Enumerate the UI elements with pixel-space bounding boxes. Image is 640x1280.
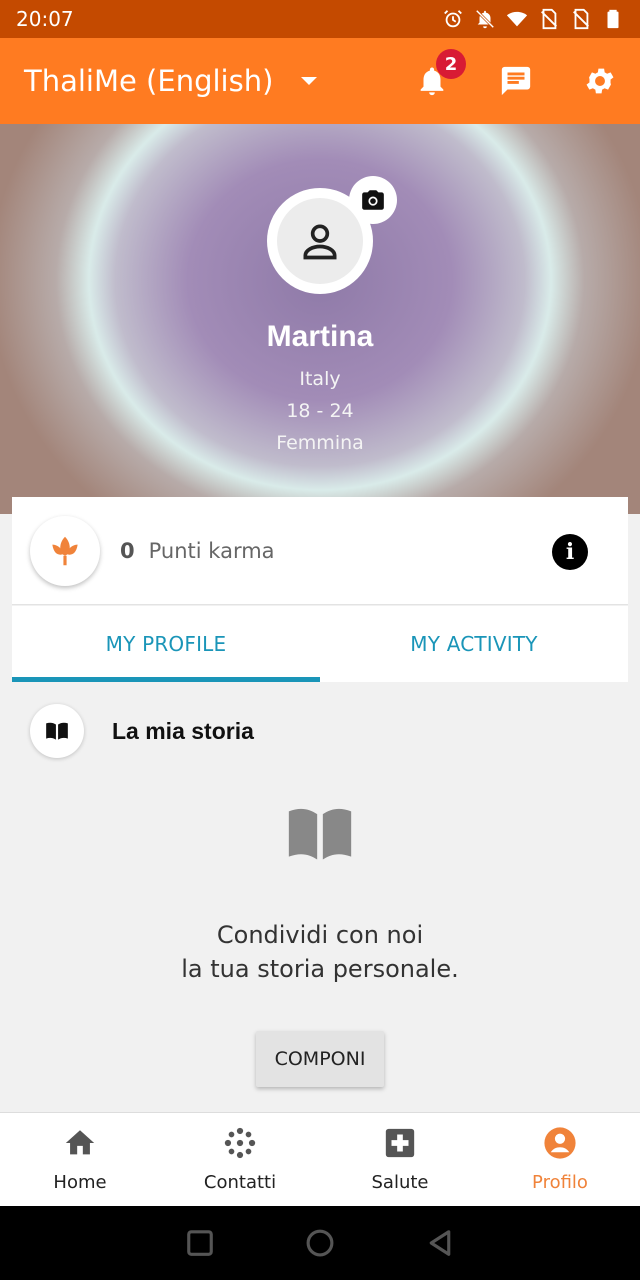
home-circle-icon[interactable]: [305, 1228, 335, 1258]
contacts-icon: [224, 1127, 256, 1159]
camera-icon: [362, 190, 384, 210]
karma-card: 0 Punti karma i: [12, 497, 628, 605]
person-icon: [303, 224, 337, 260]
status-time: 20:07: [16, 7, 74, 31]
no-sim-icon: [541, 8, 557, 30]
message-icon: [501, 66, 531, 96]
app-bar: ThaliMe (English) 2: [0, 38, 640, 124]
story-prompt: Condividi con noi la tua storia personal…: [0, 918, 640, 986]
story-prompt-line1: Condividi con noi: [216, 921, 424, 949]
back-icon[interactable]: [425, 1228, 455, 1258]
app-bar-actions: 2: [414, 38, 618, 124]
wifi-icon: [506, 11, 528, 27]
karma-badge: [30, 515, 100, 586]
nav-contacts[interactable]: Contatti: [160, 1113, 320, 1206]
bottom-navigation: Home Contatti Salute Profilo: [0, 1112, 640, 1206]
profile-icon: [544, 1127, 576, 1159]
tab-my-profile[interactable]: MY PROFILE: [12, 606, 320, 682]
notifications-off-icon: [475, 9, 495, 29]
story-prompt-line2: la tua storia personale.: [181, 955, 459, 983]
open-book-icon: [288, 808, 352, 860]
profile-tabs: MY PROFILE MY ACTIVITY: [12, 606, 628, 682]
status-icons: [442, 8, 624, 30]
profile-age-range: 18 - 24: [286, 400, 354, 422]
profile-header: Martina Italy 18 - 24 Femmina: [0, 124, 640, 514]
notifications-button[interactable]: 2: [414, 49, 466, 99]
nav-health-label: Salute: [371, 1172, 429, 1193]
info-icon[interactable]: i: [552, 534, 588, 570]
messages-button[interactable]: [498, 63, 534, 99]
battery-icon: [607, 9, 619, 29]
lotus-icon: [52, 536, 78, 565]
karma-label: Punti karma: [148, 538, 275, 563]
health-icon: [385, 1128, 415, 1158]
home-icon: [65, 1130, 95, 1155]
profile-gender: Femmina: [276, 432, 364, 454]
nav-health[interactable]: Salute: [320, 1113, 480, 1206]
story-title: La mia storia: [112, 717, 254, 744]
settings-button[interactable]: [582, 63, 618, 99]
story-badge: [30, 704, 84, 758]
nav-profile[interactable]: Profilo: [480, 1113, 640, 1206]
compose-button[interactable]: COMPONI: [256, 1031, 384, 1087]
language-dropdown-icon[interactable]: [301, 77, 318, 85]
alarm-icon: [444, 10, 462, 28]
app-title[interactable]: ThaliMe (English): [24, 64, 273, 98]
recents-icon[interactable]: [185, 1228, 215, 1258]
karma-points: 0: [120, 538, 135, 563]
profile-name: Martina: [266, 320, 374, 353]
nav-contacts-label: Contatti: [203, 1172, 277, 1193]
nav-home-label: Home: [53, 1172, 107, 1193]
book-icon: [46, 722, 68, 740]
change-photo-button[interactable]: [349, 176, 397, 224]
nav-home[interactable]: Home: [0, 1113, 160, 1206]
status-bar: 20:07: [0, 0, 640, 38]
system-navigation-bar: [0, 1206, 640, 1280]
nav-profile-label: Profilo: [532, 1172, 588, 1193]
tab-my-activity[interactable]: MY ACTIVITY: [320, 606, 628, 682]
no-sim-icon-2: [573, 8, 589, 30]
story-header: La mia storia: [30, 704, 254, 758]
avatar-placeholder: [277, 198, 363, 284]
notification-badge: 2: [436, 49, 466, 79]
gear-icon: [586, 68, 614, 94]
profile-country: Italy: [299, 368, 341, 390]
